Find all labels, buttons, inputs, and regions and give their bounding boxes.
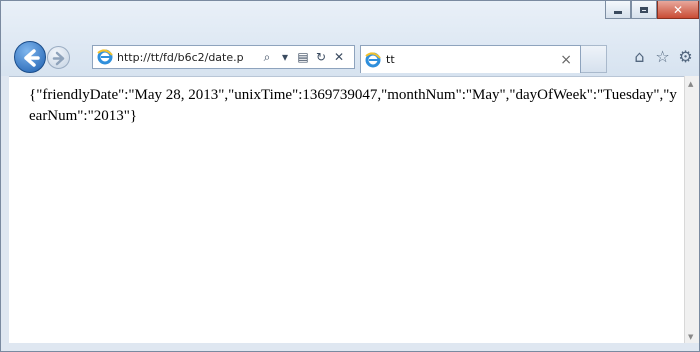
tab-ie-icon bbox=[364, 51, 382, 69]
tools-icon[interactable]: ⚙ bbox=[676, 47, 695, 66]
address-tools: ⌕ ▾ ▤ ↻ ✕ bbox=[259, 50, 347, 65]
navigation-toolbar: http://tt/fd/b6c2/date.p ⌕ ▾ ▤ ↻ ✕ tt × … bbox=[1, 37, 699, 75]
favorites-icon[interactable]: ☆ bbox=[653, 47, 672, 66]
refresh-icon[interactable]: ↻ bbox=[313, 50, 329, 64]
forward-button[interactable] bbox=[47, 46, 70, 69]
vertical-scrollbar[interactable]: ▲ ▼ bbox=[684, 76, 699, 345]
tab-tt[interactable]: tt × bbox=[360, 45, 581, 73]
stop-icon[interactable]: ✕ bbox=[331, 50, 347, 64]
tab-title: tt bbox=[386, 53, 395, 66]
browser-window: ✕ http://tt/fd/b6c2/date.p ⌕ ▾ ▤ ↻ ✕ tt … bbox=[0, 0, 700, 352]
scroll-up-icon[interactable]: ▲ bbox=[688, 80, 693, 88]
tab-close-button[interactable]: × bbox=[560, 52, 572, 68]
maximize-button[interactable] bbox=[631, 1, 657, 19]
back-arrow-icon bbox=[24, 49, 40, 67]
new-tab-button[interactable] bbox=[581, 45, 607, 73]
address-bar[interactable]: http://tt/fd/b6c2/date.p ⌕ ▾ ▤ ↻ ✕ bbox=[92, 45, 355, 69]
address-url[interactable]: http://tt/fd/b6c2/date.p bbox=[117, 51, 257, 64]
close-window-button[interactable]: ✕ bbox=[657, 1, 699, 19]
page-content: {"friendlyDate":"May 28, 2013","unixTime… bbox=[9, 76, 686, 346]
window-bottom-frame bbox=[1, 343, 699, 351]
json-response: {"friendlyDate":"May 28, 2013","unixTime… bbox=[29, 87, 677, 124]
forward-arrow-icon bbox=[52, 51, 65, 66]
command-icons: ⌂ ☆ ⚙ bbox=[630, 47, 695, 66]
window-frame: ✕ http://tt/fd/b6c2/date.p ⌕ ▾ ▤ ↻ ✕ tt … bbox=[1, 1, 699, 76]
close-icon: ✕ bbox=[672, 2, 684, 17]
ie-page-icon bbox=[96, 48, 114, 66]
back-button[interactable] bbox=[14, 41, 46, 73]
dropdown-icon[interactable]: ▾ bbox=[277, 50, 293, 64]
minimize-button[interactable] bbox=[605, 1, 631, 19]
maximize-icon bbox=[640, 6, 648, 13]
minimize-icon bbox=[614, 10, 622, 14]
scroll-down-icon[interactable]: ▼ bbox=[688, 333, 693, 341]
home-icon[interactable]: ⌂ bbox=[630, 47, 649, 66]
search-icon[interactable]: ⌕ bbox=[259, 50, 275, 65]
caption-buttons: ✕ bbox=[605, 1, 699, 19]
compatibility-view-icon[interactable]: ▤ bbox=[295, 50, 311, 64]
